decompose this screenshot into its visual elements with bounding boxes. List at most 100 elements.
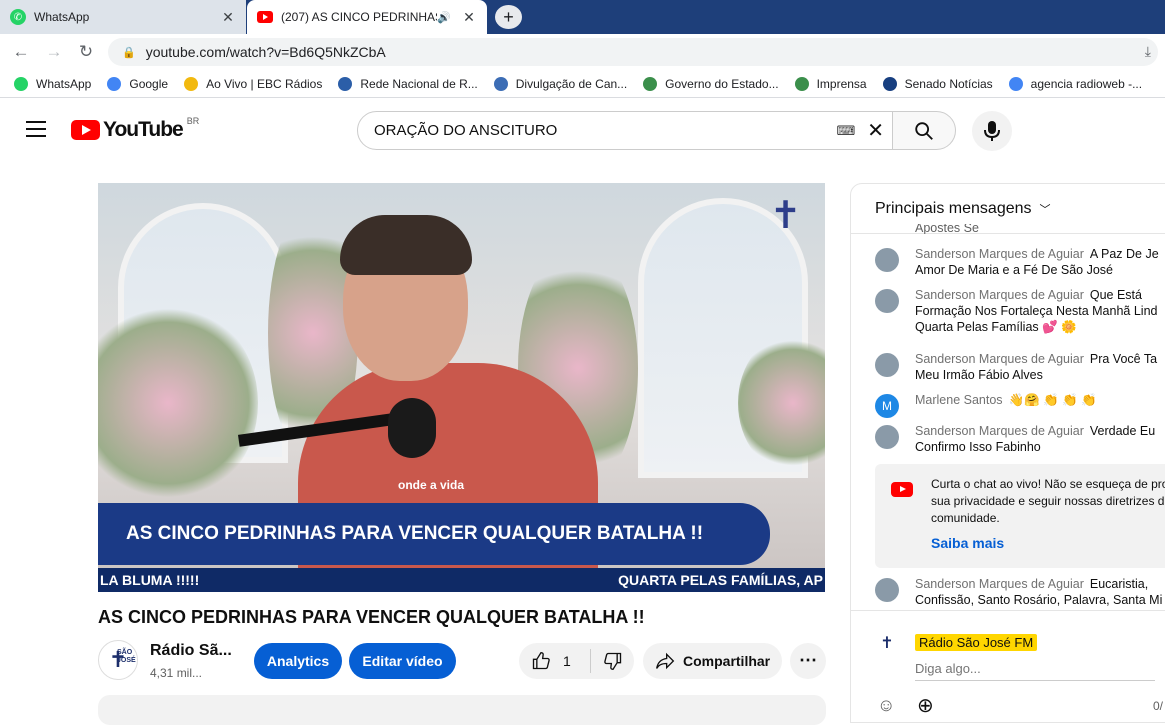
chat-message[interactable]: Sanderson Marques de Aguiar Que Está Forma… — [875, 287, 1165, 335]
lock-icon[interactable]: 🔒 — [122, 46, 136, 59]
add-icon[interactable]: ⊕ — [917, 693, 934, 718]
message-author[interactable]: Sanderson Marques de Aguiar — [915, 247, 1084, 261]
author-avatar[interactable]: M — [875, 394, 899, 418]
live-chat-panel: Principais mensagens ﹀ Apostes Se Sander… — [850, 183, 1165, 723]
search-button[interactable] — [892, 111, 956, 150]
bookmark-label: Rede Nacional de R... — [360, 76, 478, 91]
close-icon[interactable]: ✕ — [461, 9, 477, 26]
new-tab-button[interactable]: + — [495, 5, 522, 29]
author-avatar[interactable] — [875, 353, 899, 377]
chat-message[interactable]: Sanderson Marques de Aguiar Pra Você Ta Me… — [875, 351, 1165, 383]
chat-message-input[interactable] — [915, 659, 1155, 681]
chat-header-label: Principais mensagens — [875, 199, 1032, 217]
bookmark-favicon-icon — [1008, 76, 1023, 91]
channel-watermark-icon: ✝ — [769, 195, 802, 237]
analytics-button[interactable]: Analytics — [254, 643, 342, 679]
bookmark-item[interactable]: agencia radioweb -... — [1008, 76, 1143, 91]
description-box[interactable] — [98, 695, 826, 725]
message-text: Eucaristia, — [1089, 577, 1149, 591]
bookmark-item[interactable]: Google — [107, 76, 168, 91]
author-avatar[interactable] — [875, 578, 899, 602]
install-icon[interactable]: ⤓ — [1145, 43, 1151, 60]
youtube-logo[interactable]: YouTube BR — [71, 116, 200, 142]
bookmark-favicon-icon — [107, 76, 122, 91]
my-avatar: ✝ — [880, 635, 894, 652]
shirt-text: onde a vida — [398, 478, 465, 492]
like-button[interactable]: 1 — [519, 649, 591, 673]
bookmark-item[interactable]: Governo do Estado... — [643, 76, 779, 91]
message-text: 👋🤗 👏 👏 👏 — [1008, 393, 1097, 407]
more-actions-button[interactable]: ⋯ — [790, 643, 826, 679]
url-text: youtube.com/watch?v=Bd6Q5NkZCbA — [145, 44, 386, 60]
like-dislike-group: 1 — [519, 643, 634, 679]
address-bar[interactable]: 🔒 youtube.com/watch?v=Bd6Q5NkZCbA — [108, 38, 1158, 66]
forward-arrow-icon[interactable]: → — [43, 41, 65, 63]
share-icon — [656, 652, 675, 670]
channel-name[interactable]: Rádio Sã... — [150, 642, 232, 660]
close-icon[interactable]: ✕ — [220, 9, 236, 26]
share-label: Compartilhar — [683, 653, 771, 669]
chat-message[interactable]: Sanderson Marques de Aguiar A Paz De Je Am… — [875, 246, 1165, 278]
chat-notice: Curta o chat ao vivo! Não se esqueça de … — [875, 464, 1165, 568]
tab-youtube[interactable]: (207) AS CINCO PEDRINHAS 🔊 ✕ — [247, 0, 487, 34]
whatsapp-icon: ✆ — [10, 9, 26, 25]
chat-input-area: ✝ Rádio São José FM ☺ ⊕ 0/ — [851, 610, 1165, 722]
bookmark-item[interactable]: Senado Notícias — [882, 76, 993, 91]
browser-toolbar: ← → ↻ 🔒 youtube.com/watch?v=Bd6Q5NkZCbA … — [0, 34, 1165, 70]
speaker-icon[interactable]: 🔊 — [437, 11, 451, 24]
clear-icon[interactable]: ✕ — [867, 118, 884, 143]
message-text: Meu Irmão Fábio Alves — [915, 368, 1043, 382]
ticker-left: LA BLUMA !!!!! — [100, 572, 200, 588]
message-text: Quarta Pelas Famílias 💕 🌼 — [915, 320, 1077, 334]
video-banner: AS CINCO PEDRINHAS PARA VENCER QUALQUER … — [98, 503, 770, 565]
message-text: Pra Você Ta — [1089, 352, 1158, 366]
bookmark-label: Senado Notícias — [904, 76, 993, 91]
share-button[interactable]: Compartilhar — [643, 643, 782, 679]
message-text: Amor De Maria e a Fé De São José — [915, 263, 1113, 277]
microphone-icon — [984, 121, 1000, 141]
search-input[interactable]: ORAÇÃO DO ANSCITURO ⌨ ✕ — [357, 111, 893, 150]
region-code: BR — [186, 116, 200, 126]
emoji-icon[interactable]: ☺ — [877, 695, 895, 716]
bookmark-item[interactable]: Divulgação de Can... — [493, 76, 627, 91]
author-avatar[interactable] — [875, 425, 899, 449]
tab-whatsapp[interactable]: ✆ WhatsApp ✕ — [0, 0, 246, 34]
bookmark-label: agencia radioweb -... — [1030, 76, 1143, 91]
youtube-icon — [257, 11, 273, 23]
bookmark-favicon-icon — [14, 76, 28, 91]
video-player[interactable]: onde a vida ✝ AS CINCO PEDRINHAS PARA VE… — [98, 183, 825, 592]
bookmark-label: Imprensa — [816, 76, 867, 91]
message-body: Sanderson Marques de Aguiar A Paz De Je Am… — [915, 246, 1165, 278]
bookmark-item[interactable]: Rede Nacional de R... — [338, 76, 478, 91]
message-author[interactable]: Sanderson Marques de Aguiar — [915, 577, 1084, 591]
bookmark-item[interactable]: Imprensa — [794, 76, 867, 91]
message-author[interactable]: Marlene Santos — [915, 393, 1003, 407]
chat-message[interactable]: M Marlene Santos 👋🤗 👏 👏 👏 — [875, 392, 1165, 418]
bookmark-item[interactable]: Ao Vivo | EBC Rádios — [184, 76, 322, 91]
learn-more-link[interactable]: Saiba mais — [931, 535, 1004, 551]
voice-search-button[interactable] — [972, 111, 1012, 151]
message-author[interactable]: Sanderson Marques de Aguiar — [915, 424, 1084, 438]
message-text: Que Está — [1089, 288, 1142, 302]
message-author[interactable]: Sanderson Marques de Aguiar — [915, 288, 1084, 302]
bookmark-item[interactable]: WhatsApp — [14, 76, 91, 91]
chat-message[interactable]: Sanderson Marques de Aguiar Eucaristia, Co… — [875, 576, 1165, 608]
message-body: Sanderson Marques de Aguiar Que Está Forma… — [915, 287, 1165, 335]
reload-icon[interactable]: ↻ — [75, 41, 97, 63]
dislike-button[interactable] — [591, 651, 634, 671]
back-arrow-icon[interactable]: ← — [10, 41, 32, 63]
author-avatar[interactable] — [875, 289, 899, 313]
chat-message[interactable]: Sanderson Marques de Aguiar Verdade Eu Con… — [875, 423, 1165, 455]
search-query: ORAÇÃO DO ANSCITURO — [374, 122, 558, 139]
youtube-icon — [891, 482, 913, 497]
author-avatar[interactable] — [875, 248, 899, 272]
video-title: AS CINCO PEDRINHAS PARA VENCER QUALQUER … — [98, 607, 645, 627]
keyboard-icon[interactable]: ⌨ — [836, 123, 855, 139]
channel-avatar[interactable]: ✝ SÃO JOSÉ — [98, 640, 138, 680]
subscriber-count: 4,31 mil... — [150, 666, 203, 680]
hamburger-menu-icon[interactable] — [26, 121, 46, 137]
edit-video-button[interactable]: Editar vídeo — [349, 643, 456, 679]
message-author[interactable]: Sanderson Marques de Aguiar — [915, 352, 1084, 366]
tab-title: WhatsApp — [34, 10, 90, 24]
chat-mode-selector[interactable]: Principais mensagens ﹀ — [851, 184, 1165, 234]
